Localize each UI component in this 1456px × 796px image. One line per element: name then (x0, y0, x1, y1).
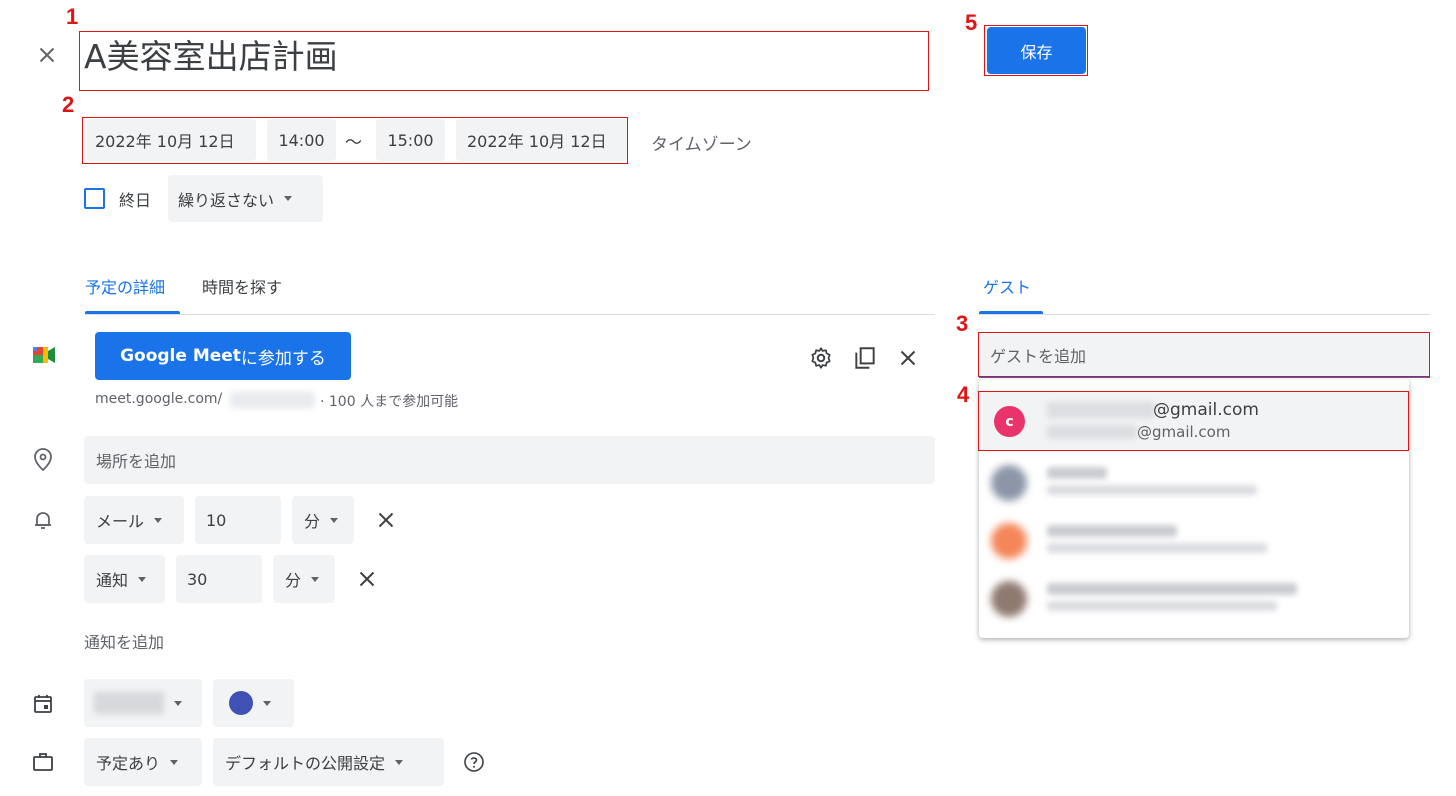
start-time-text: 14:00 (278, 130, 325, 150)
guest-email-redacted (1047, 425, 1137, 439)
availability-dropdown[interactable]: 予定あり (84, 738, 202, 786)
save-button[interactable]: 保存 (987, 27, 1086, 74)
gear-icon[interactable] (808, 345, 834, 371)
blurred-name (1047, 467, 1107, 479)
meet-link-text[interactable]: meet.google.com/ (95, 391, 222, 407)
remove-notification-1-icon[interactable] (373, 507, 399, 533)
bell-icon (31, 508, 55, 532)
notification-1-unit: 分 (304, 512, 321, 531)
chevron-down-icon (154, 517, 163, 523)
help-icon[interactable] (462, 750, 486, 774)
add-guest-placeholder: ゲストを追加 (990, 347, 1087, 366)
end-time-text: 15:00 (387, 130, 434, 150)
blurred-name (1047, 583, 1297, 595)
timezone-button[interactable]: タイムゾーン (651, 130, 752, 155)
remove-notification-2-icon[interactable] (354, 566, 380, 592)
event-color-dropdown[interactable] (213, 679, 294, 727)
chevron-down-icon (170, 759, 179, 765)
blurred-email (1047, 543, 1267, 553)
copy-icon[interactable] (852, 345, 878, 371)
add-notification-button[interactable]: 通知を追加 (84, 629, 164, 653)
annotation-number-2: 2 (62, 92, 75, 117)
guest-suggestion-item-blurred[interactable] (979, 571, 1409, 627)
tab-event-details[interactable]: 予定の詳細 (85, 274, 165, 298)
join-google-meet-button[interactable]: Google Meet に参加する (95, 332, 351, 380)
guests-divider (979, 314, 1430, 315)
chevron-down-icon (138, 576, 147, 582)
annotation-number-4: 4 (957, 382, 970, 407)
avatar-letter: c (1005, 413, 1014, 430)
meet-link-id-redacted (230, 392, 315, 408)
chevron-down-icon (174, 700, 182, 706)
chevron-down-icon (330, 517, 339, 523)
start-date-field[interactable]: 2022年 10月 12日 (85, 119, 256, 161)
all-day-label: 終日 (119, 191, 152, 210)
chevron-down-icon (395, 759, 404, 765)
chevron-down-icon (263, 700, 271, 706)
tab-guests[interactable]: ゲスト (983, 274, 1031, 298)
notification-2-value: 30 (187, 569, 208, 589)
event-color-swatch (229, 691, 253, 715)
annotation-number-1: 1 (66, 4, 79, 29)
meet-capacity-text: · 100 人まで参加可能 (320, 394, 459, 410)
blurred-email (1047, 601, 1277, 611)
guest-suggestion-item-blurred[interactable] (979, 513, 1409, 569)
time-separator: 〜 (345, 133, 362, 153)
event-title-input[interactable]: A美容室出店計画 (84, 32, 338, 90)
avatar-blurred (991, 465, 1027, 501)
avatar-blurred (991, 523, 1027, 559)
location-placeholder: 場所を追加 (96, 452, 177, 471)
avatar: c (994, 406, 1025, 437)
notification-1-unit-dropdown[interactable]: 分 (292, 496, 354, 544)
all-day-checkbox[interactable] (84, 188, 105, 209)
avatar-blurred (991, 581, 1027, 617)
blurred-name (1047, 525, 1177, 537)
calendar-name-redacted (94, 692, 164, 714)
notification-2-type: 通知 (96, 571, 129, 590)
calendar-select-dropdown[interactable] (84, 679, 202, 727)
close-icon[interactable] (34, 42, 60, 68)
availability-label: 予定あり (96, 754, 161, 773)
meet-button-brand: Google Meet (120, 346, 241, 366)
location-input[interactable]: 場所を追加 (84, 436, 935, 484)
chevron-down-icon (311, 576, 320, 582)
start-date-text: 2022年 10月 12日 (95, 132, 235, 151)
annotation-number-3: 3 (956, 311, 969, 336)
guest-name-redacted (1047, 402, 1155, 418)
end-date-text: 2022年 10月 12日 (467, 132, 607, 151)
annotation-number-5: 5 (965, 10, 978, 35)
add-guest-input[interactable]: ゲストを追加 (979, 334, 1430, 378)
notification-1-type: メール (96, 512, 145, 531)
location-pin-icon (31, 447, 55, 473)
guest-suggestion-item-blurred[interactable] (979, 455, 1409, 511)
chevron-down-icon (284, 196, 293, 201)
remove-meet-icon[interactable] (895, 345, 921, 371)
notification-2-type-dropdown[interactable]: 通知 (84, 555, 165, 603)
end-time-field[interactable]: 15:00 (376, 119, 445, 161)
meet-button-label: に参加する (240, 348, 326, 369)
visibility-label: デフォルトの公開設定 (225, 754, 386, 773)
blurred-email (1047, 485, 1257, 495)
notification-2-unit-dropdown[interactable]: 分 (273, 555, 335, 603)
notification-2-unit: 分 (285, 571, 302, 590)
guest-suggestions-panel: c @gmail.com @gmail.com (979, 379, 1409, 638)
notification-1-type-dropdown[interactable]: メール (84, 496, 184, 544)
guest-email-suffix: @gmail.com (1137, 423, 1231, 441)
notification-1-value-input[interactable]: 10 (195, 496, 281, 544)
tab-find-time[interactable]: 時間を探す (202, 274, 282, 298)
notification-2-value-input[interactable]: 30 (176, 555, 262, 603)
repeat-dropdown[interactable]: 繰り返さない (168, 175, 323, 222)
tabs-divider (85, 314, 935, 315)
briefcase-icon (31, 750, 55, 774)
guest-suggestion-item[interactable]: c @gmail.com @gmail.com (979, 392, 1409, 450)
notification-1-value: 10 (206, 510, 227, 530)
google-meet-icon (31, 344, 57, 366)
start-time-field[interactable]: 14:00 (267, 119, 336, 161)
calendar-icon (31, 692, 55, 716)
guest-name-suffix: @gmail.com (1153, 400, 1259, 420)
repeat-dropdown-label: 繰り返さない (178, 190, 275, 210)
end-date-field[interactable]: 2022年 10月 12日 (456, 119, 627, 161)
visibility-dropdown[interactable]: デフォルトの公開設定 (213, 738, 444, 786)
save-button-label: 保存 (1020, 42, 1053, 62)
